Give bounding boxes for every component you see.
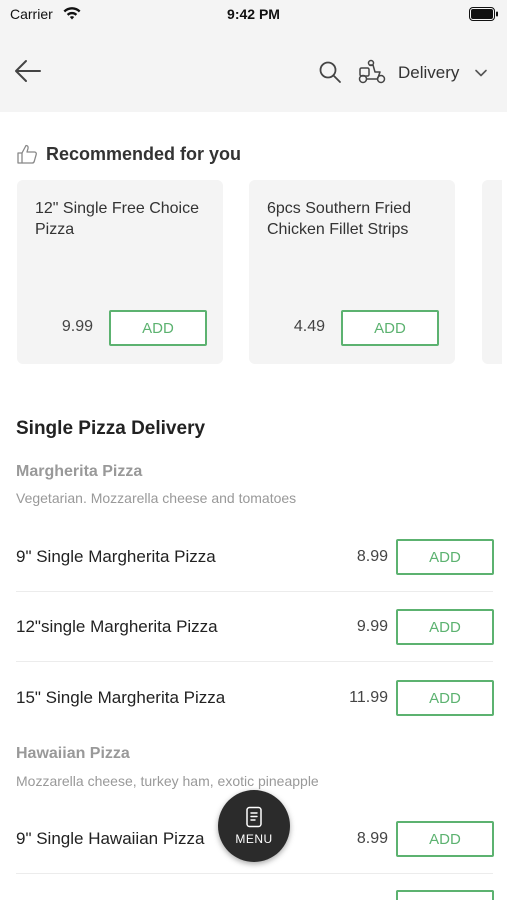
card-item-name: 6pcs Southern Fried Chicken Fillet Strip…: [267, 200, 412, 238]
add-button[interactable]: ADD: [396, 609, 494, 645]
menu-item-price: 8.99: [356, 830, 388, 847]
add-button[interactable]: ADD: [396, 821, 494, 857]
add-button[interactable]: ADD: [341, 310, 439, 346]
menu-button-label: MENU: [235, 832, 273, 846]
card-item-name: 12" Single Free Choice Pizza: [35, 200, 199, 238]
recommended-header: Recommended for you: [16, 142, 241, 166]
card-item-price: 9.99: [61, 318, 93, 335]
chevron-down-icon[interactable]: [474, 66, 488, 80]
recommended-card-peek[interactable]: [482, 180, 502, 364]
battery-icon: [469, 7, 498, 21]
menu-button[interactable]: MENU: [218, 790, 290, 862]
thumbs-up-icon: [17, 144, 37, 164]
add-button[interactable]: ADD: [396, 539, 494, 575]
divider: [16, 873, 493, 874]
menu-item-price: 11.99: [349, 689, 388, 706]
recommended-card[interactable]: 6pcs Southern Fried Chicken Fillet Strip…: [249, 180, 455, 364]
menu-item-name: 9" Single Margherita Pizza: [16, 547, 216, 566]
nav-bar: Delivery: [0, 30, 507, 112]
search-icon[interactable]: [318, 60, 342, 84]
menu-item-row[interactable]: 15" Single Margherita Pizza 11.99 ADD: [0, 663, 507, 733]
menu-item-name: 15" Single Margherita Pizza: [16, 688, 226, 707]
category-name: Margherita Pizza: [16, 463, 143, 480]
delivery-mode-selector[interactable]: Delivery: [398, 63, 459, 83]
menu-item-name: 12"single Margherita Pizza: [16, 617, 218, 636]
divider: [16, 661, 493, 662]
card-item-price: 4.49: [293, 318, 325, 335]
menu-item-row[interactable]: 12"single Margherita Pizza 9.99 ADD: [0, 592, 507, 662]
category-name: Hawaiian Pizza: [16, 745, 130, 762]
menu-item-price: 9.99: [356, 618, 388, 635]
add-button-partial[interactable]: [396, 890, 494, 900]
back-arrow-icon[interactable]: [14, 58, 42, 84]
status-bar: Carrier 9:42 PM: [0, 0, 507, 30]
category-description: Vegetarian. Mozzarella cheese and tomato…: [16, 490, 297, 506]
recommended-card[interactable]: 12" Single Free Choice Pizza 9.99 ADD: [17, 180, 223, 364]
menu-item-price: 8.99: [356, 548, 388, 565]
add-button[interactable]: ADD: [396, 680, 494, 716]
menu-item-row[interactable]: 9" Single Margherita Pizza 8.99 ADD: [0, 522, 507, 592]
add-button[interactable]: ADD: [109, 310, 207, 346]
clock: 9:42 PM: [227, 6, 280, 22]
recommended-title: Recommended for you: [46, 143, 242, 164]
delivery-scooter-icon[interactable]: [357, 59, 387, 85]
menu-item-name: 9" Single Hawaiian Pizza: [16, 829, 205, 848]
section-title: Single Pizza Delivery: [16, 418, 206, 439]
category-description: Mozzarella cheese, turkey ham, exotic pi…: [16, 773, 319, 789]
menu-book-icon: [246, 806, 262, 828]
